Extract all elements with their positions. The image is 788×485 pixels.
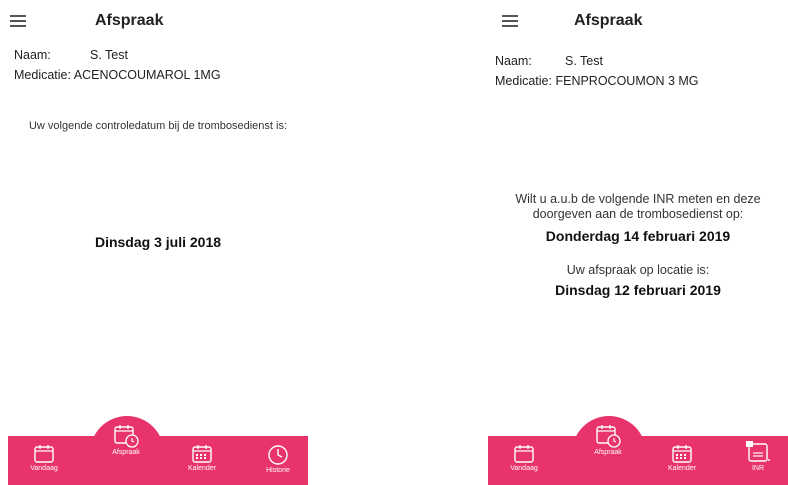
nav-vandaag-label: Vandaag [30, 465, 58, 472]
nav-kalender-label: Kalender [187, 465, 217, 472]
nav-afspraak[interactable]: Afspraak [588, 424, 628, 456]
menu-icon[interactable] [502, 15, 518, 27]
naam-label: Naam: [14, 48, 51, 62]
page-title: Afspraak [95, 12, 164, 29]
nav-afspraak-label: Afspraak [112, 449, 140, 456]
naam-label: Naam: [495, 54, 532, 68]
nav-inr[interactable]: INR [738, 440, 778, 472]
calendar-clock-icon [114, 425, 139, 448]
patient-info: Naam: S. Test Medicatie: ACENOCOUMAROL 1M… [14, 46, 221, 86]
location-message: Uw afspraak op locatie is: [566, 263, 710, 277]
naam-row: Naam: S. Test [14, 46, 221, 66]
app-bar: Afspraak [488, 12, 788, 38]
screen-right: Afspraak Naam: S. Test Medicatie: FENPROC… [488, 0, 788, 485]
control-date-message: Uw volgende controledatum bij de trombos… [28, 120, 288, 132]
inr-message-line2: doorgeven aan de trombosedienst op: [532, 207, 744, 221]
app-bar: Afspraak [8, 12, 308, 38]
inr-message: Wilt u a.u.b de volgende INR meten en de… [488, 192, 788, 222]
calendar-icon [34, 445, 54, 463]
inr-date: Donderdag 14 februari 2019 [545, 228, 731, 244]
medicatie-label: Medicatie: [14, 68, 71, 82]
naam-value: S. Test [565, 54, 603, 68]
control-date: Dinsdag 3 juli 2018 [94, 234, 222, 250]
calendar-grid-icon [672, 445, 692, 463]
nav-kalender[interactable]: Kalender [662, 444, 702, 472]
location-date: Dinsdag 12 februari 2019 [555, 282, 721, 298]
nav-historie-label: Historie [266, 467, 290, 474]
inr-message-line1: Wilt u a.u.b de volgende INR meten en de… [515, 192, 761, 206]
naam-row: Naam: S. Test [495, 52, 699, 72]
medicatie-row: Medicatie: ACENOCOUMAROL 1MG [14, 66, 221, 86]
nav-kalender-label: Kalender [667, 465, 697, 472]
nav-afspraak[interactable]: Afspraak [106, 424, 146, 456]
naam-value: S. Test [90, 48, 128, 62]
medicatie-label: Medicatie: [495, 74, 552, 88]
screen-left: Afspraak Naam: S. Test Medicatie: ACENOCO… [8, 0, 308, 485]
nav-historie[interactable]: Historie [258, 444, 298, 474]
nav-vandaag[interactable]: Vandaag [506, 444, 542, 472]
medicatie-value: ACENOCOUMAROL 1MG [73, 68, 221, 82]
menu-icon[interactable] [10, 15, 26, 27]
nav-vandaag-label: Vandaag [510, 465, 538, 472]
calendar-icon [514, 445, 534, 463]
nav-inr-label: INR [751, 465, 765, 472]
medicatie-value: FENPROCOUMON 3 MG [555, 74, 699, 88]
calendar-clock-icon [596, 425, 621, 448]
page-title: Afspraak [574, 12, 643, 29]
calendar-grid-icon [192, 445, 212, 463]
inr-device-icon [746, 441, 770, 462]
patient-info: Naam: S. Test Medicatie: FENPROCOUMON 3 M… [495, 52, 699, 92]
nav-afspraak-label: Afspraak [594, 449, 622, 456]
nav-vandaag[interactable]: Vandaag [26, 444, 62, 472]
medicatie-row: Medicatie: FENPROCOUMON 3 MG [495, 72, 699, 92]
clock-icon [268, 445, 288, 465]
nav-kalender[interactable]: Kalender [182, 444, 222, 472]
